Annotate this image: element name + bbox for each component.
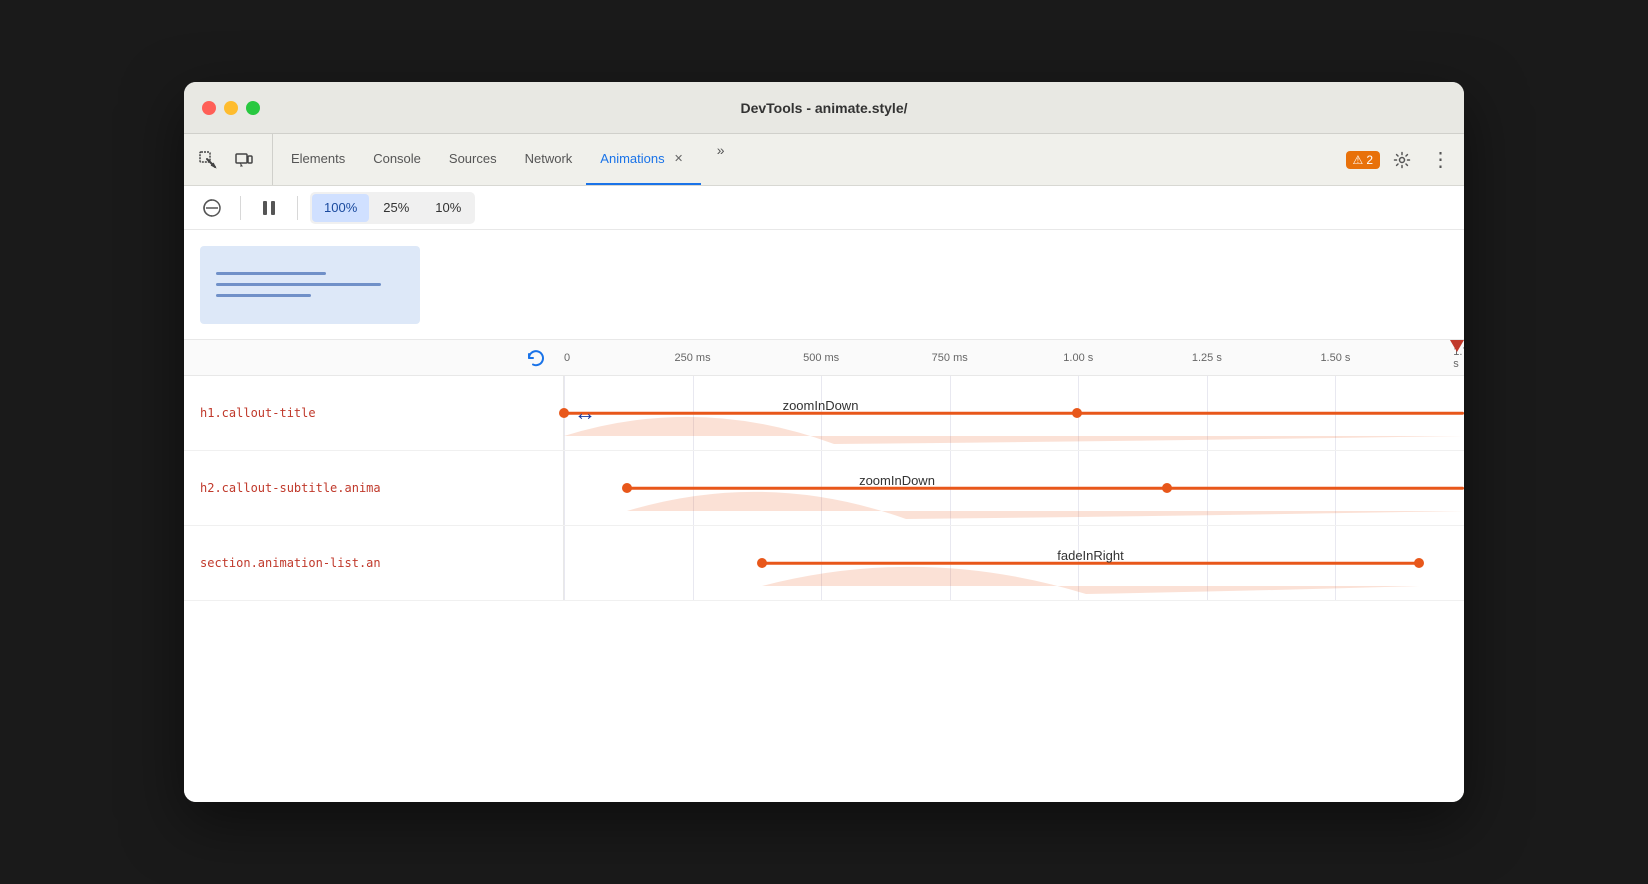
preview-line-2 [216, 283, 381, 286]
more-options-icon[interactable]: ⋮ [1424, 144, 1456, 176]
device-mode-icon[interactable] [228, 144, 260, 176]
ruler-label: 500 ms [803, 352, 839, 364]
warning-icon: ⚠ [1353, 153, 1364, 167]
track-dot-end[interactable] [1072, 408, 1082, 418]
titlebar: DevTools - animate.style/ [184, 82, 1464, 134]
animation-preview-card [200, 246, 420, 324]
timeline-ruler: 0 250 ms 500 ms 750 ms 1.00 s 1.25 s 1.50 s 1.7… [184, 340, 1464, 376]
ruler-label: 1.00 s [1063, 352, 1093, 364]
anim-row[interactable]: h1.callout-titlezoomInDown↔ [184, 376, 1464, 451]
ruler-ticks: 0 250 ms 500 ms 750 ms 1.00 s 1.25 s 1.50 s 1.7… [564, 340, 1464, 375]
drag-arrow[interactable]: ↔ [574, 400, 596, 426]
animations-panel: 100% 25% 10% [184, 186, 1464, 802]
tab-close-animations[interactable]: ✕ [671, 151, 687, 167]
pause-replay-button[interactable] [196, 192, 228, 224]
preview-line-1 [216, 272, 326, 275]
track-dot-start[interactable] [622, 483, 632, 493]
animation-rows: h1.callout-titlezoomInDown↔h2.callout-su… [184, 376, 1464, 802]
anim-track: zoomInDown↔ [564, 376, 1464, 450]
tab-network[interactable]: Network [511, 134, 587, 185]
tab-console[interactable]: Console [359, 134, 435, 185]
ruler-label: 1.75 s [1453, 346, 1464, 370]
track-dot-start[interactable] [559, 408, 569, 418]
devtools-tools [192, 134, 273, 185]
ruler-replay-area [184, 346, 564, 370]
track-line [762, 562, 1419, 565]
speed-100-button[interactable]: 100% [312, 194, 369, 222]
close-button[interactable] [202, 101, 216, 115]
anim-track: zoomInDown [564, 451, 1464, 525]
issues-badge[interactable]: ⚠ 2 [1346, 151, 1380, 169]
anim-selector-label: h1.callout-title [184, 376, 564, 450]
tab-animations[interactable]: Animations ✕ [586, 134, 700, 185]
speed-group: 100% 25% 10% [310, 192, 475, 224]
devtools-window: DevTools - animate.style/ Elements [184, 82, 1464, 802]
anim-track: fadeInRight [564, 526, 1464, 600]
controls-row: 100% 25% 10% [184, 186, 1464, 230]
ruler-label: 1.50 s [1320, 352, 1350, 364]
speed-25-button[interactable]: 25% [371, 194, 421, 222]
replay-button[interactable] [524, 346, 548, 370]
timeline-area: 0 250 ms 500 ms 750 ms 1.00 s 1.25 s 1.50 s 1.7… [184, 340, 1464, 802]
tab-sources[interactable]: Sources [435, 134, 511, 185]
speed-10-button[interactable]: 10% [423, 194, 473, 222]
pause-icon[interactable] [253, 192, 285, 224]
anim-selector-label: section.animation-list.an [184, 526, 564, 600]
track-line [564, 412, 1464, 415]
settings-icon[interactable] [1386, 144, 1418, 176]
anim-row[interactable]: section.animation-list.anfadeInRight [184, 526, 1464, 601]
inspect-element-icon[interactable] [192, 144, 224, 176]
more-tabs-icon[interactable]: » [705, 134, 737, 166]
ruler-label: 750 ms [932, 352, 968, 364]
minimize-button[interactable] [224, 101, 238, 115]
anim-row[interactable]: h2.callout-subtitle.animazoomInDown [184, 451, 1464, 526]
ruler-label: 1.25 s [1192, 352, 1222, 364]
anim-selector-label: h2.callout-subtitle.anima [184, 451, 564, 525]
track-dot-start[interactable] [757, 558, 767, 568]
maximize-button[interactable] [246, 101, 260, 115]
divider2 [297, 196, 298, 220]
preview-line-3 [216, 294, 311, 297]
track-dot-end[interactable] [1414, 558, 1424, 568]
tabbar-right: ⚠ 2 ⋮ [1346, 134, 1456, 185]
track-line [627, 487, 1464, 490]
tab-elements[interactable]: Elements [277, 134, 359, 185]
traffic-lights [202, 101, 260, 115]
tabbar: Elements Console Sources Network Animati… [184, 134, 1464, 186]
ruler-label: 250 ms [675, 352, 711, 364]
ruler-label: 0 [564, 352, 570, 364]
divider [240, 196, 241, 220]
preview-area [184, 230, 1464, 340]
window-title: DevTools - animate.style/ [740, 100, 907, 116]
track-dot-end[interactable] [1162, 483, 1172, 493]
